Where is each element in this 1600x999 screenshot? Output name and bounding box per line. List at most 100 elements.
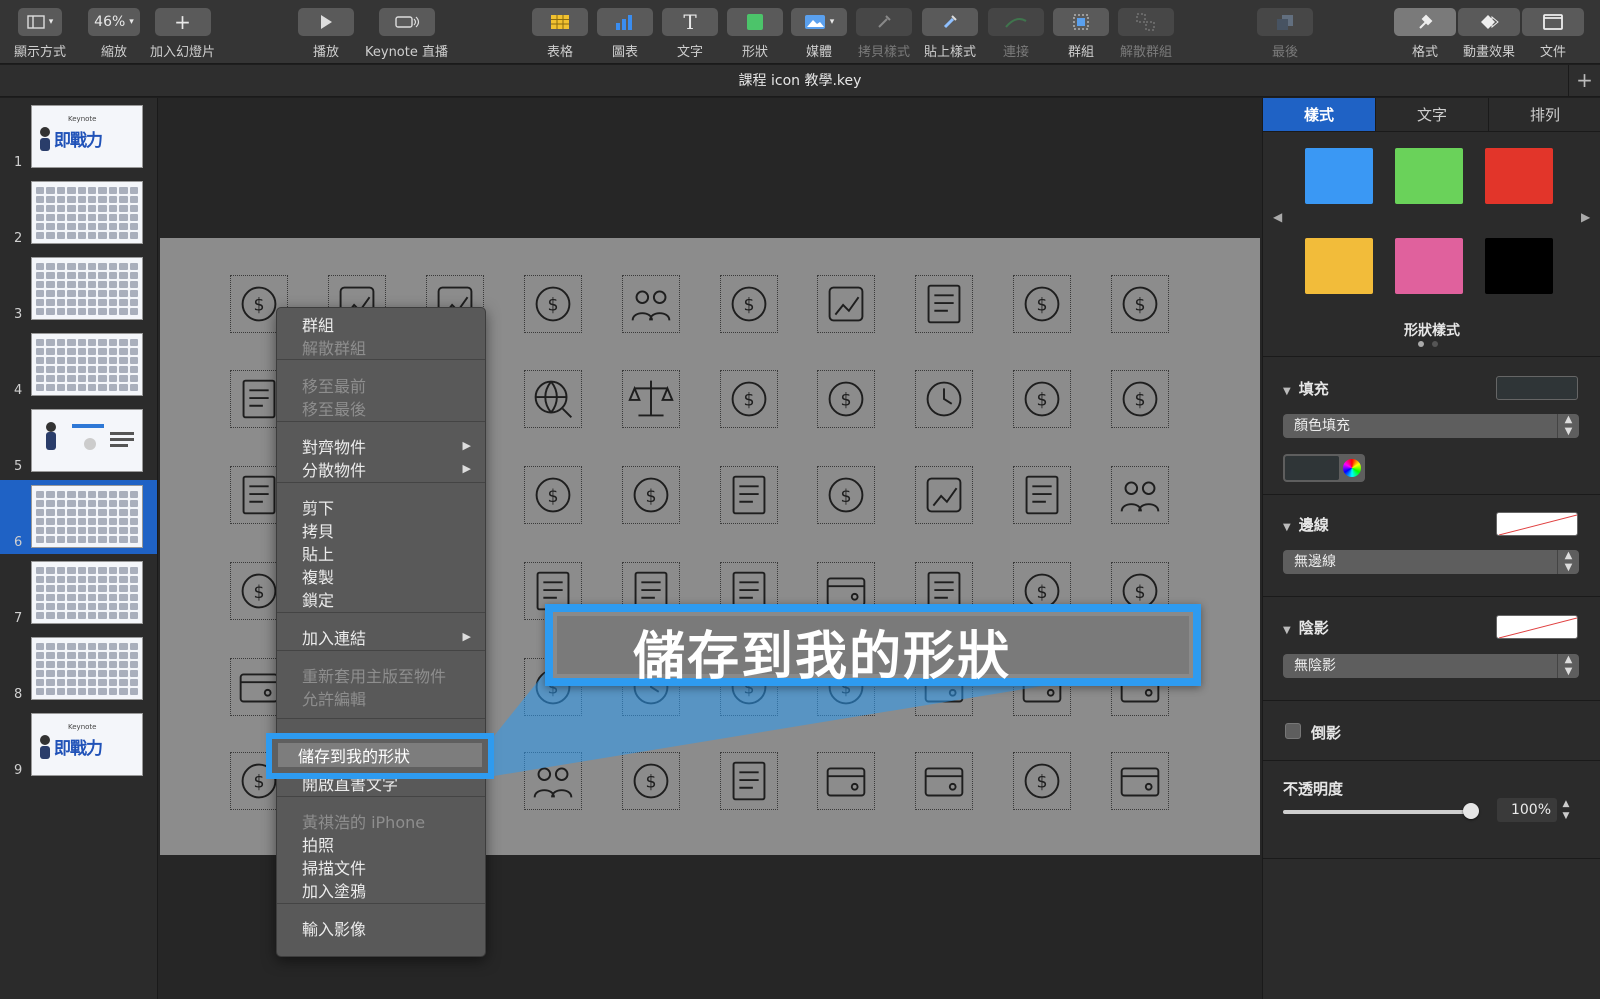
menu-item-1[interactable]: 解散群組	[302, 335, 366, 359]
pie-report-icon[interactable]	[720, 466, 778, 524]
shadow-type-popup[interactable]: 無陰影 ▲ ▼	[1283, 654, 1579, 678]
slide-thumbnail-8[interactable]: 8	[0, 632, 157, 706]
menu-highlight-save-shape[interactable]: 儲存到我的形狀	[266, 733, 494, 779]
cash-stack-icon[interactable]: $	[622, 752, 680, 810]
menu-item-17[interactable]: 拍照	[302, 832, 334, 856]
media-button[interactable]: ▾ 媒體	[791, 8, 847, 60]
piggy-bank-icon[interactable]	[817, 275, 875, 333]
shape-style-swatch[interactable]	[1395, 238, 1463, 294]
slide-thumbnail-7[interactable]: 7	[0, 556, 157, 630]
previous-styles-arrow-icon[interactable]: ◀	[1273, 210, 1282, 224]
slide-thumbnail-1[interactable]: 1 Keynote 即戰力	[0, 100, 157, 174]
fill-section-header[interactable]: ▼ 填充	[1283, 378, 1329, 399]
gears-dollar-icon[interactable]: $	[720, 370, 778, 428]
menu-item-8[interactable]: 貼上	[302, 541, 334, 565]
text-button[interactable]: T 文字	[662, 8, 718, 60]
menu-item-12[interactable]: 重新套用主版至物件	[302, 663, 446, 687]
percent-document-icon[interactable]	[1013, 466, 1071, 524]
ungroup-button[interactable]: 解散群組	[1118, 8, 1174, 60]
play-button[interactable]: 播放	[298, 8, 354, 60]
animate-button[interactable]: 動畫效果	[1458, 8, 1520, 60]
menu-item-4[interactable]: 對齊物件	[302, 434, 366, 458]
document-button[interactable]: 文件	[1522, 8, 1584, 60]
slide-thumbnail-9[interactable]: 9 Keynote 即戰力	[0, 708, 157, 782]
paste-style-button[interactable]: 貼上樣式	[922, 8, 978, 60]
shape-style-swatch[interactable]	[1485, 238, 1553, 294]
globe-search-icon[interactable]	[524, 370, 582, 428]
tab-text[interactable]: 文字	[1376, 98, 1489, 131]
menu-item-2[interactable]: 移至最前	[302, 373, 366, 397]
fill-color-well[interactable]	[1283, 454, 1365, 482]
shape-button[interactable]: 形狀	[727, 8, 783, 60]
fill-type-popup[interactable]: 顏色填充 ▲ ▼	[1283, 414, 1579, 438]
tab-style[interactable]: 樣式	[1263, 98, 1376, 131]
menu-item-7[interactable]: 拷貝	[302, 518, 334, 542]
money-bag-coin-icon[interactable]: $	[1013, 275, 1071, 333]
opacity-field[interactable]: 100%	[1497, 798, 1557, 822]
format-button[interactable]: 格式	[1394, 8, 1456, 60]
menu-item-16[interactable]: 黃祺浩的 iPhone	[302, 809, 425, 833]
zoom-menu[interactable]: 46% ▾ 縮放	[88, 8, 140, 60]
coins-icon[interactable]: $	[1111, 370, 1169, 428]
view-menu[interactable]: ▾ 顯示方式	[14, 8, 66, 60]
balance-scale-icon[interactable]	[622, 370, 680, 428]
dollar-refresh-icon[interactable]: $	[1013, 752, 1071, 810]
group-people-icon[interactable]	[1111, 466, 1169, 524]
safe-box-icon[interactable]	[817, 752, 875, 810]
new-tab-button[interactable]: +	[1568, 65, 1600, 97]
shadow-section-header[interactable]: ▼ 陰影	[1283, 617, 1329, 638]
color-wheel-icon[interactable]	[1343, 459, 1361, 477]
shadow-preview-none[interactable]	[1496, 615, 1578, 639]
strategy-chess-icon[interactable]	[915, 466, 973, 524]
border-preview-none[interactable]	[1496, 512, 1578, 536]
border-type-popup[interactable]: 無邊線 ▲ ▼	[1283, 550, 1579, 574]
style-page-dots[interactable]	[1418, 341, 1438, 347]
menu-item-10[interactable]: 鎖定	[302, 587, 334, 611]
table-button[interactable]: 表格	[532, 8, 588, 60]
money-bag-icon[interactable]: $	[1111, 275, 1169, 333]
menu-item-20[interactable]: 輸入影像	[302, 916, 366, 940]
network-dollar-icon[interactable]: $	[720, 275, 778, 333]
wallet-icon[interactable]	[1111, 752, 1169, 810]
menu-item-13[interactable]: 允許編輯	[302, 686, 366, 710]
group-button[interactable]: 群組	[1053, 8, 1109, 60]
slide-thumbnail-4[interactable]: 4	[0, 328, 157, 402]
opacity-slider-knob[interactable]	[1463, 803, 1479, 819]
currency-exchange-icon[interactable]	[915, 370, 973, 428]
search-dollar-icon[interactable]: $	[524, 466, 582, 524]
shape-style-swatch[interactable]	[1395, 148, 1463, 204]
send-back-button[interactable]: 最後	[1257, 8, 1313, 60]
next-styles-arrow-icon[interactable]: ▶	[1581, 210, 1590, 224]
connect-button[interactable]: 連接	[988, 8, 1044, 60]
menu-item-18[interactable]: 掃描文件	[302, 855, 366, 879]
opacity-slider-track[interactable]	[1283, 810, 1471, 814]
growth-coins-icon[interactable]: $	[817, 466, 875, 524]
shape-style-swatch[interactable]	[1305, 148, 1373, 204]
menu-item-3[interactable]: 移至最後	[302, 396, 366, 420]
tab-arrange[interactable]: 排列	[1489, 98, 1600, 131]
shape-style-swatch[interactable]	[1485, 148, 1553, 204]
add-slide-button[interactable]: + 加入幻燈片	[150, 8, 215, 60]
slide-thumbnail-5[interactable]: 5	[0, 404, 157, 478]
menu-item-0[interactable]: 群組	[302, 312, 334, 336]
team-icon[interactable]	[622, 275, 680, 333]
menu-item-19[interactable]: 加入塗鴉	[302, 878, 366, 902]
menu-item-11[interactable]: 加入連結	[302, 625, 366, 649]
fill-color-preview[interactable]	[1496, 376, 1578, 400]
menu-item-6[interactable]: 剪下	[302, 495, 334, 519]
insurance-people-icon[interactable]	[524, 752, 582, 810]
keynote-live-button[interactable]: Keynote 直播	[365, 8, 448, 60]
reflection-checkbox[interactable]	[1285, 723, 1301, 739]
copy-style-button[interactable]: 拷貝樣式	[856, 8, 912, 60]
menu-item-5[interactable]: 分散物件	[302, 457, 366, 481]
money-plant-icon[interactable]: $	[1013, 370, 1071, 428]
opacity-stepper-icon[interactable]: ▲ ▼	[1559, 798, 1573, 822]
chart-button[interactable]: 圖表	[597, 8, 653, 60]
shape-style-swatch[interactable]	[1305, 238, 1373, 294]
menu-item-9[interactable]: 複製	[302, 564, 334, 588]
border-section-header[interactable]: ▼ 邊線	[1283, 514, 1329, 535]
eye-dollar-icon[interactable]: $	[817, 370, 875, 428]
slide-thumbnail-6[interactable]: 6	[0, 480, 157, 554]
hand-money-icon[interactable]: $	[622, 466, 680, 524]
calendar-clock-icon[interactable]	[915, 275, 973, 333]
